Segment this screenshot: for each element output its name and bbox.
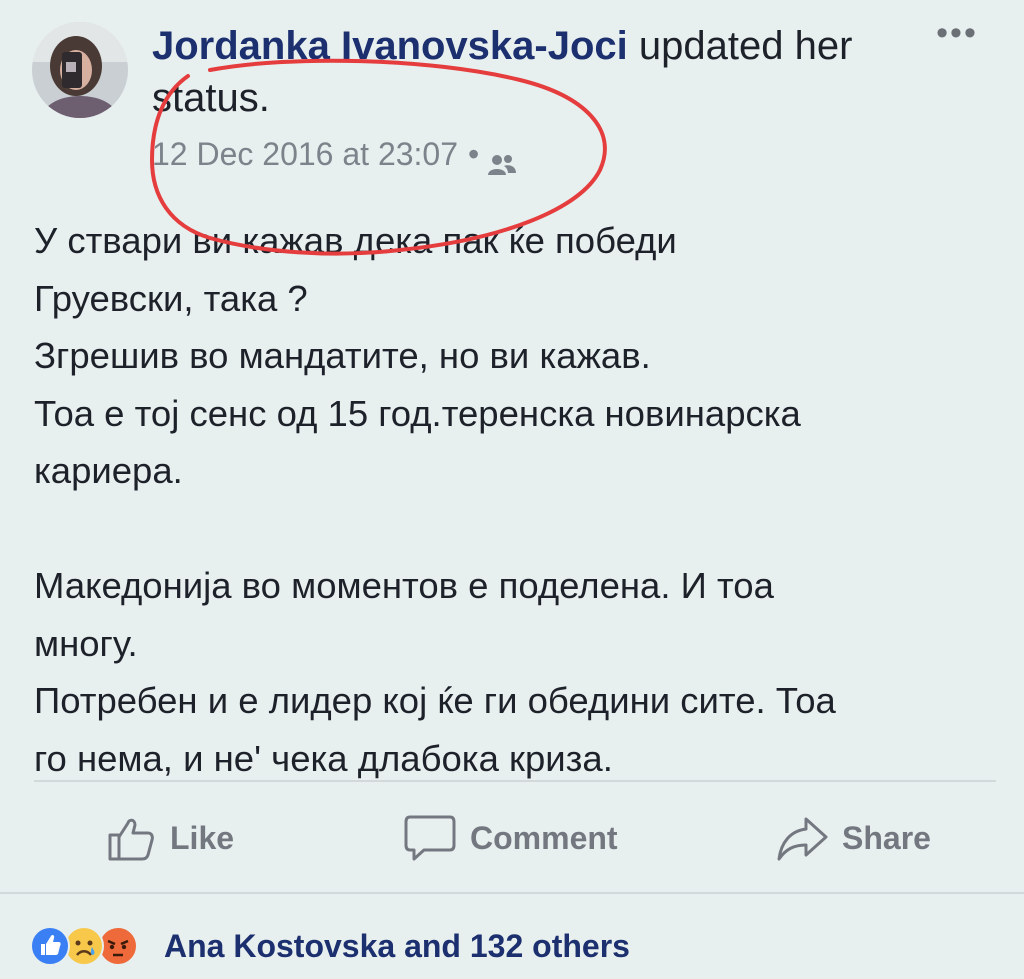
comment-icon [404,815,456,861]
reactions-bar[interactable]: Ana Kostovska and 132 others [30,918,630,974]
comment-button[interactable]: Comment [404,808,618,868]
post-line: го нема, и не' чека длабока криза. [34,737,613,779]
post-header: Jordanka Ivanovska-Joci updated her stat… [152,20,912,124]
share-icon [777,817,828,861]
more-options-icon[interactable]: ••• [932,16,982,50]
comment-label: Comment [470,819,618,856]
post-line: Груевски, така ? [34,277,308,319]
friends-icon[interactable] [487,143,517,175]
post-body: У ствари ви кажав дека пак ќе победи Гру… [34,212,1009,787]
thumbs-up-icon [108,818,154,861]
action-bar: Like Comment Share [0,800,1024,876]
reactions-divider [0,892,1024,894]
action-bar-divider [34,780,996,782]
author-name-link[interactable]: Jordanka Ivanovska-Joci [152,24,628,68]
like-button[interactable]: Like [106,808,234,868]
like-label: Like [170,819,235,856]
reactions-summary[interactable]: Ana Kostovska and 132 others [164,928,630,965]
share-label: Share [842,819,931,856]
reaction-icons [30,924,158,968]
share-button[interactable]: Share [776,808,931,868]
post-meta: 12 Dec 2016 at 23:07 • [152,132,517,176]
post-line: Згрешив во мандатите, но ви кажав. [34,335,651,376]
meta-separator: • [468,136,480,172]
post-line: кариера. [34,450,183,491]
like-reaction-icon [30,926,70,966]
post-line: Македонија во моментов е поделена. И тоа [34,565,774,606]
post-line: У ствари ви кажав дека пак ќе победи [34,220,677,261]
post-line: Потребен и е лидер кој ќе ги обедини сит… [34,680,836,721]
sad-reaction-icon [64,926,104,966]
author-avatar[interactable] [32,22,128,118]
post-paragraph-2: Македонија во моментов е поделена. И тоа… [34,557,1009,787]
post-card: Jordanka Ivanovska-Joci updated her stat… [0,0,1024,979]
post-paragraph-1: У ствари ви кажав дека пак ќе победи Гру… [34,212,1009,500]
post-line: многу. [34,622,138,664]
angry-reaction-icon [98,926,138,966]
post-line: Тоа е тој сенс од 15 год.теренска новина… [34,392,801,434]
post-timestamp[interactable]: 12 Dec 2016 at 23:07 [152,132,458,176]
avatar-image [32,22,128,118]
